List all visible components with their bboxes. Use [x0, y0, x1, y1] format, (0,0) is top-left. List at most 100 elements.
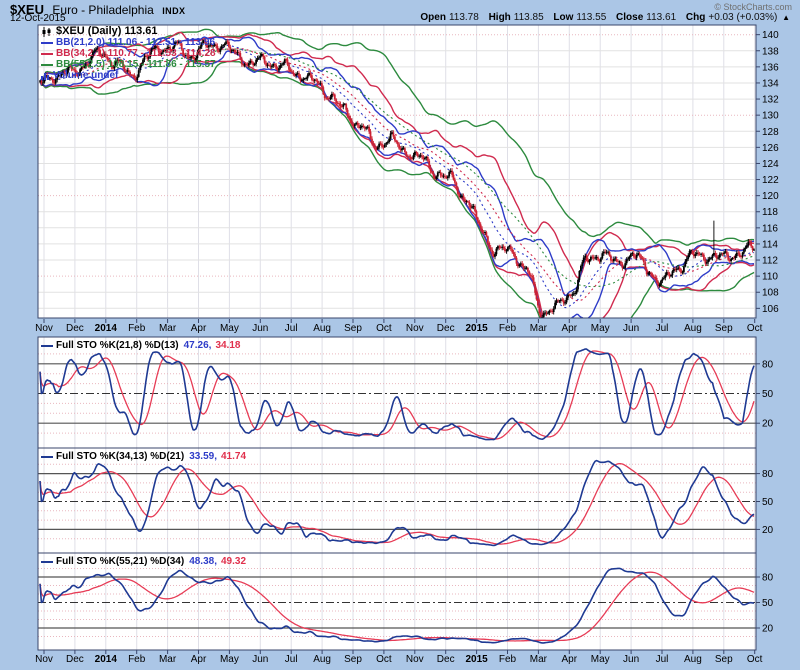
price-axis-label: 124 — [762, 159, 779, 170]
stochastic-1-title: Full STO %K(21,8) %D(13) — [56, 340, 179, 351]
month-axis-label: 2014 — [95, 323, 118, 334]
month-axis-label: Jul — [285, 654, 298, 665]
symbol-exchange: INDX — [162, 6, 185, 16]
legend-bb-55-label: BB(55,2.5) 108.15 - 111.86 - 115.57 — [56, 59, 216, 70]
stochastic-legend-2: Full STO %K(34,13) %D(21) 33.59, 41.74 — [41, 451, 246, 462]
month-axis-label: Apr — [191, 654, 207, 665]
chart-date: 12-Oct-2015 — [10, 13, 66, 24]
main-chart-legend: $XEU (Daily) 113.61 BB(21,2.0) 111.06 - … — [41, 26, 216, 81]
month-axis-label: Sep — [715, 654, 733, 665]
month-axis-label: Jun — [252, 654, 268, 665]
open-value: 113.78 — [449, 12, 479, 23]
line-swatch-icon — [41, 456, 53, 458]
price-axis-label: 116 — [762, 223, 778, 234]
month-axis-label: Aug — [313, 323, 331, 334]
month-axis-label: Jul — [285, 323, 298, 334]
month-axis-label: Mar — [159, 654, 177, 665]
price-axis-label: 114 — [762, 239, 778, 250]
month-axis-label: 2015 — [465, 323, 488, 334]
month-axis-label: Apr — [562, 654, 578, 665]
month-axis-label: Dec — [66, 654, 84, 665]
month-axis-label: Jun — [623, 323, 639, 334]
price-axis-label: 110 — [762, 272, 778, 283]
stochastic-panel-3: 80 50 20 — [38, 553, 774, 650]
close-label: Close — [616, 12, 643, 23]
chart-canvas: 1401381361341321301281261241221201181161… — [0, 0, 800, 670]
stochastic-panel-1: 805020 — [38, 337, 774, 448]
price-axis-label: 108 — [762, 288, 779, 299]
stochastic-2-d-value: 41.74 — [221, 451, 246, 462]
price-axis-label: 128 — [762, 127, 779, 138]
legend-title-row: $XEU (Daily) 113.61 — [41, 26, 216, 37]
stockcharts-chart-page: 1401381361341321301281261241221201181161… — [0, 0, 800, 670]
line-swatch-icon — [41, 345, 53, 347]
month-axis-label: Aug — [684, 323, 702, 334]
price-axis-label: 118 — [762, 207, 778, 218]
price-axis-label: 112 — [762, 256, 778, 267]
stochastic-axis-label: 50 — [762, 389, 774, 400]
stochastic-axis-label: 20 — [762, 525, 774, 536]
month-axis-label: Jul — [656, 654, 669, 665]
stochastic-1-k-value: 47.26, — [184, 340, 212, 351]
price-axis-label: 136 — [762, 62, 779, 73]
month-axis-label: Oct — [747, 323, 763, 334]
stochastic-axis-label: 50 — [762, 598, 774, 609]
symbol-name: Euro - Philadelphia — [52, 3, 153, 17]
stochastic-axis-label: 20 — [762, 419, 774, 430]
month-axis-label: May — [220, 654, 239, 665]
month-axis-label: Sep — [715, 323, 733, 334]
month-axis-label: Oct — [747, 654, 763, 665]
month-axis-label: 2015 — [465, 654, 488, 665]
stochastic-legend-3: Full STO %K(55,21) %D(34) 48.38, 49.32 — [41, 556, 246, 567]
close-value: 113.61 — [646, 12, 676, 23]
month-axis-label: Mar — [530, 323, 548, 334]
stochastic-legend-1: Full STO %K(21,8) %D(13) 47.26, 34.18 — [41, 340, 240, 351]
month-axis-label: May — [591, 654, 610, 665]
stochastic-axis-label: 80 — [762, 573, 774, 584]
price-axis-label: 126 — [762, 143, 779, 154]
quote-summary: Open113.78 High113.85 Low113.55 Close113… — [413, 12, 790, 23]
month-axis-label: Feb — [499, 323, 517, 334]
price-axis-label: 120 — [762, 191, 779, 202]
legend-bb-34: BB(34,2.1) 110.77 - 112.53 - 114.28 — [41, 48, 216, 59]
stochastic-panel-2: 805020 — [38, 448, 774, 553]
month-axis-label: Nov — [406, 654, 424, 665]
stochastic-3-k-value: 48.38, — [189, 556, 217, 567]
change-up-icon: ▲ — [782, 13, 790, 22]
stochastic-axis-label: 20 — [762, 624, 774, 635]
month-axis-label: Oct — [376, 323, 392, 334]
bottom-month-axis: NovDec2014FebMarAprMayJunJulAugSepOctNov… — [35, 650, 763, 665]
stochastic-1-d-value: 34.18 — [215, 340, 240, 351]
price-axis-label: 132 — [762, 95, 779, 106]
month-axis-label: Oct — [376, 654, 392, 665]
line-swatch-icon — [41, 64, 53, 66]
stochastic-axis-label: 50 — [762, 497, 774, 508]
stochastic-3-d-value: 49.32 — [221, 556, 246, 567]
mid-month-axis: NovDec2014FebMarAprMayJunJulAugSepOctNov… — [35, 319, 763, 334]
month-axis-label: Jul — [656, 323, 669, 334]
legend-bb-55: BB(55,2.5) 108.15 - 111.86 - 115.57 — [41, 59, 216, 70]
stochastic-2-title: Full STO %K(34,13) %D(21) — [56, 451, 184, 462]
legend-volume: Volume undef — [41, 70, 216, 81]
month-axis-label: Sep — [344, 654, 362, 665]
line-swatch-icon — [41, 42, 53, 44]
price-axis-label: 130 — [762, 111, 779, 122]
legend-bb-34-label: BB(34,2.1) 110.77 - 112.53 - 114.28 — [56, 48, 216, 59]
month-axis-label: May — [220, 323, 239, 334]
month-axis-label: Apr — [191, 323, 207, 334]
stockcharts-credit: © StockCharts.com — [714, 2, 792, 12]
main-legend-title: $XEU (Daily) 113.61 — [56, 26, 158, 37]
price-axis-label: 134 — [762, 78, 779, 89]
legend-volume-label: Volume undef — [53, 70, 118, 81]
low-value: 113.55 — [576, 12, 606, 23]
month-axis-label: Mar — [530, 654, 548, 665]
legend-bb-21: BB(21,2.0) 111.06 - 112.51 - 113.96 — [41, 37, 216, 48]
volume-bars-icon — [41, 72, 50, 80]
month-axis-label: Nov — [406, 323, 424, 334]
price-axis-label: 138 — [762, 46, 779, 57]
month-axis-label: Feb — [128, 323, 146, 334]
month-axis-label: Nov — [35, 323, 53, 334]
change-label: Chg — [686, 12, 705, 23]
month-axis-label: 2014 — [95, 654, 118, 665]
legend-bb-21-label: BB(21,2.0) 111.06 - 112.51 - 113.96 — [56, 37, 215, 48]
